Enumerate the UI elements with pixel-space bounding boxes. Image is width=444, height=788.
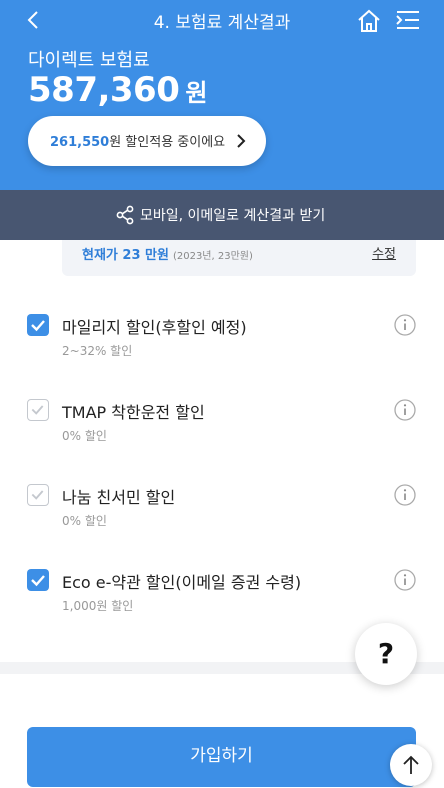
check-icon [31,575,45,587]
share-results-button[interactable]: 모바일, 이메일로 계산결과 받기 [0,190,444,240]
header: 4. 보험료 계산결과 다이렉트 보험료 587,360 원 261,550원 할… [0,0,444,190]
discount-item-nanum: 나눔 친서민 할인 0% 할인 [0,484,444,544]
discount-item-mileage: 마일리지 할인(후할인 예정) 2~32% 할인 [0,314,444,374]
discount-name: 나눔 친서민 할인 [62,488,176,507]
discount-name: TMAP 착한운전 할인 [62,403,205,422]
checkbox[interactable] [27,314,49,336]
join-button[interactable]: 가입하기 [27,727,416,787]
check-icon [31,490,44,500]
share-icon [116,205,134,225]
premium-amount: 587,360 [28,70,180,110]
premium-unit: 원 [185,79,208,107]
edit-link[interactable]: 수정 [372,243,396,262]
discount-rate: 0% 할인 [62,514,107,528]
mileage-sub: (2023년, 23만원) [172,251,253,262]
discount-name: 마일리지 할인(후할인 예정) [62,318,247,337]
discount-item-eco: Eco e-약관 할인(이메일 증권 수령) 1,000원 할인 [0,569,444,629]
menu-icon[interactable] [396,9,420,31]
info-icon[interactable] [394,484,416,506]
home-icon[interactable] [356,8,382,34]
check-icon [31,405,44,415]
discount-rate: 1,000원 할인 [62,599,134,613]
premium-total: 587,360 원 [28,70,207,110]
arrow-up-icon [403,755,419,774]
info-icon[interactable] [394,569,416,591]
discount-amount: 261,550 [50,135,110,150]
discount-text: 원 할인적용 중이에요 [109,135,226,150]
top-bar: 4. 보험료 계산결과 [0,0,444,40]
share-label: 모바일, 이메일로 계산결과 받기 [140,208,326,224]
help-button[interactable]: ? [355,623,417,685]
chevron-right-icon [237,134,246,148]
discount-rate: 2~32% 할인 [62,344,133,358]
discount-rate: 0% 할인 [62,429,107,443]
checkbox[interactable] [27,484,49,506]
product-name: 다이렉트 보험료 [28,50,150,71]
check-icon [31,320,45,332]
current-mileage: 현재가 23 만원 [82,248,169,263]
checkbox[interactable] [27,399,49,421]
scroll-top-button[interactable] [390,744,432,786]
checkbox[interactable] [27,569,49,591]
discount-item-tmap: TMAP 착한운전 할인 0% 할인 [0,399,444,459]
discount-name: Eco e-약관 할인(이메일 증권 수령) [62,573,302,592]
info-icon[interactable] [394,314,416,336]
discount-summary-button[interactable]: 261,550원 할인적용 중이에요 [28,116,266,166]
info-icon[interactable] [394,399,416,421]
mileage-info-card: 현재가 23 만원 (2023년, 23만원) 수정 [62,240,416,276]
